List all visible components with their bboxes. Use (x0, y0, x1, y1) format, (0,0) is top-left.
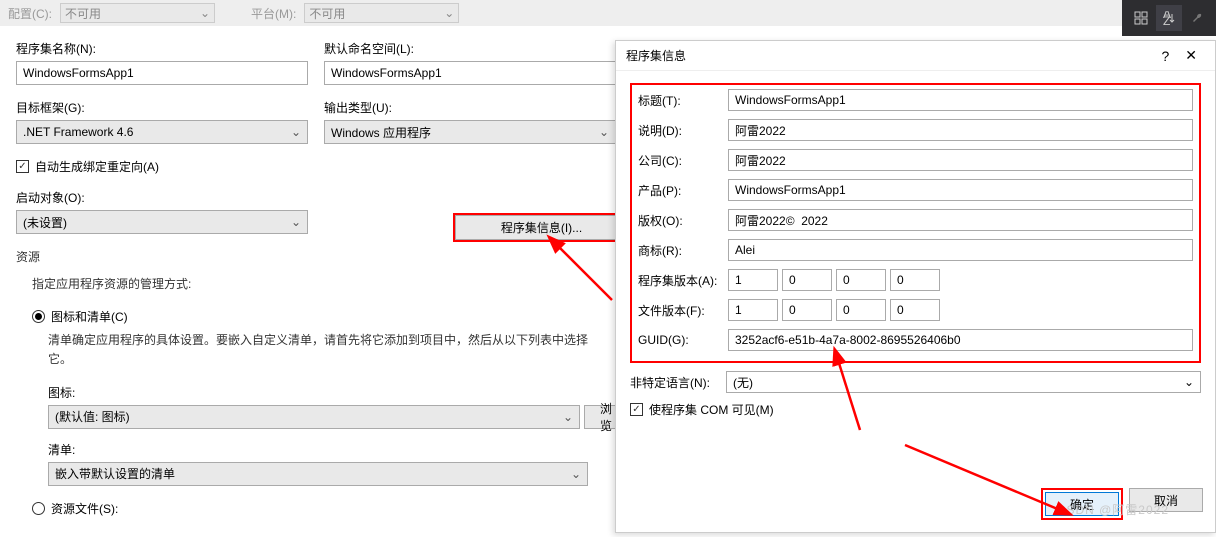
file-version-label: 文件版本(F): (638, 302, 728, 319)
resources-section-title: 资源 (16, 248, 616, 265)
assembly-info-button[interactable]: 程序集信息(I)... (455, 215, 628, 240)
title-label: 标题(T): (638, 92, 728, 109)
output-type-label: 输出类型(U): (324, 99, 616, 116)
ok-button[interactable]: 确定 (1045, 492, 1119, 516)
cancel-button[interactable]: 取消 (1129, 488, 1203, 512)
file-ver-1[interactable] (782, 299, 832, 321)
file-ver-3[interactable] (890, 299, 940, 321)
assembly-name-input[interactable] (16, 61, 308, 85)
default-namespace-label: 默认命名空间(L): (324, 40, 616, 57)
config-label: 配置(C): (8, 5, 52, 22)
auto-binding-redirect-checkbox[interactable]: ✓自动生成绑定重定向(A) (16, 158, 616, 175)
chevron-down-icon: ⌄ (200, 6, 210, 20)
assembly-version-inputs (728, 269, 940, 291)
icon-manifest-radio[interactable]: 图标和清单(C) (32, 308, 616, 325)
trademark-input[interactable] (728, 239, 1193, 261)
default-namespace-input[interactable] (324, 61, 616, 85)
asm-ver-1[interactable] (782, 269, 832, 291)
chevron-down-icon: ⌄ (1184, 375, 1194, 389)
title-input[interactable] (728, 89, 1193, 111)
ok-button-highlight: 确定 (1041, 488, 1123, 520)
product-input[interactable] (728, 179, 1193, 201)
assembly-version-label: 程序集版本(A): (638, 272, 728, 289)
chevron-down-icon: ⌄ (444, 6, 454, 20)
dialog-title: 程序集信息 (626, 47, 686, 64)
description-label: 说明(D): (638, 122, 728, 139)
asm-ver-2[interactable] (836, 269, 886, 291)
startup-object-dropdown[interactable]: (未设置)⌄ (16, 210, 308, 234)
help-icon[interactable]: ? (1153, 48, 1177, 64)
company-label: 公司(C): (638, 152, 728, 169)
com-visible-checkbox[interactable]: ✓使程序集 COM 可见(M) (630, 401, 1201, 418)
asm-ver-0[interactable] (728, 269, 778, 291)
description-input[interactable] (728, 119, 1193, 141)
asm-ver-3[interactable] (890, 269, 940, 291)
manifest-label: 清单: (48, 441, 616, 458)
icon-label: 图标: (48, 384, 616, 401)
file-version-inputs (728, 299, 940, 321)
product-label: 产品(P): (638, 182, 728, 199)
resources-description: 指定应用程序资源的管理方式: (32, 275, 616, 294)
icon-dropdown[interactable]: (默认值: 图标)⌄ (48, 405, 580, 429)
assembly-info-dialog: 程序集信息 ? ✕ 标题(T): 说明(D): 公司(C): 产品(P): 版权… (615, 40, 1216, 533)
assembly-info-button-highlight: 程序集信息(I)... (453, 213, 630, 242)
categorized-icon[interactable] (1128, 5, 1154, 31)
guid-input[interactable] (728, 329, 1193, 351)
assembly-name-label: 程序集名称(N): (16, 40, 308, 57)
alphabetical-icon[interactable]: AZ (1156, 5, 1182, 31)
trademark-label: 商标(R): (638, 242, 728, 259)
assembly-fields-highlight: 标题(T): 说明(D): 公司(C): 产品(P): 版权(O): 商标(R)… (630, 83, 1201, 363)
neutral-language-dropdown[interactable]: (无)⌄ (726, 371, 1201, 393)
config-dropdown[interactable]: 不可用⌄ (60, 3, 215, 23)
copyright-label: 版权(O): (638, 212, 728, 229)
platform-dropdown[interactable]: 不可用⌄ (304, 3, 459, 23)
chevron-down-icon: ⌄ (599, 125, 609, 139)
config-toolbar: 配置(C): 不可用⌄ 平台(M): 不可用⌄ (0, 0, 1216, 26)
file-ver-2[interactable] (836, 299, 886, 321)
dialog-titlebar: 程序集信息 ? ✕ (616, 41, 1215, 71)
manifest-dropdown[interactable]: 嵌入带默认设置的清单⌄ (48, 462, 588, 486)
neutral-language-label: 非特定语言(N): (630, 374, 726, 391)
svg-text:Z: Z (1163, 14, 1170, 25)
close-icon[interactable]: ✕ (1177, 47, 1205, 64)
startup-object-label: 启动对象(O): (16, 189, 308, 206)
target-framework-dropdown[interactable]: .NET Framework 4.6⌄ (16, 120, 308, 144)
chevron-down-icon: ⌄ (571, 467, 581, 481)
manifest-description: 清单确定应用程序的具体设置。要嵌入自定义清单，请首先将它添加到项目中，然后从以下… (48, 331, 588, 369)
copyright-input[interactable] (728, 209, 1193, 231)
output-type-dropdown[interactable]: Windows 应用程序⌄ (324, 120, 616, 144)
toolbar-right: AZ (1122, 0, 1216, 36)
guid-label: GUID(G): (638, 333, 728, 347)
chevron-down-icon: ⌄ (291, 125, 301, 139)
chevron-down-icon: ⌄ (563, 410, 573, 424)
company-input[interactable] (728, 149, 1193, 171)
resource-file-radio[interactable]: 资源文件(S): (32, 500, 616, 517)
platform-label: 平台(M): (251, 5, 296, 22)
chevron-down-icon: ⌄ (291, 215, 301, 229)
target-framework-label: 目标框架(G): (16, 99, 308, 116)
file-ver-0[interactable] (728, 299, 778, 321)
wrench-icon[interactable] (1184, 5, 1210, 31)
